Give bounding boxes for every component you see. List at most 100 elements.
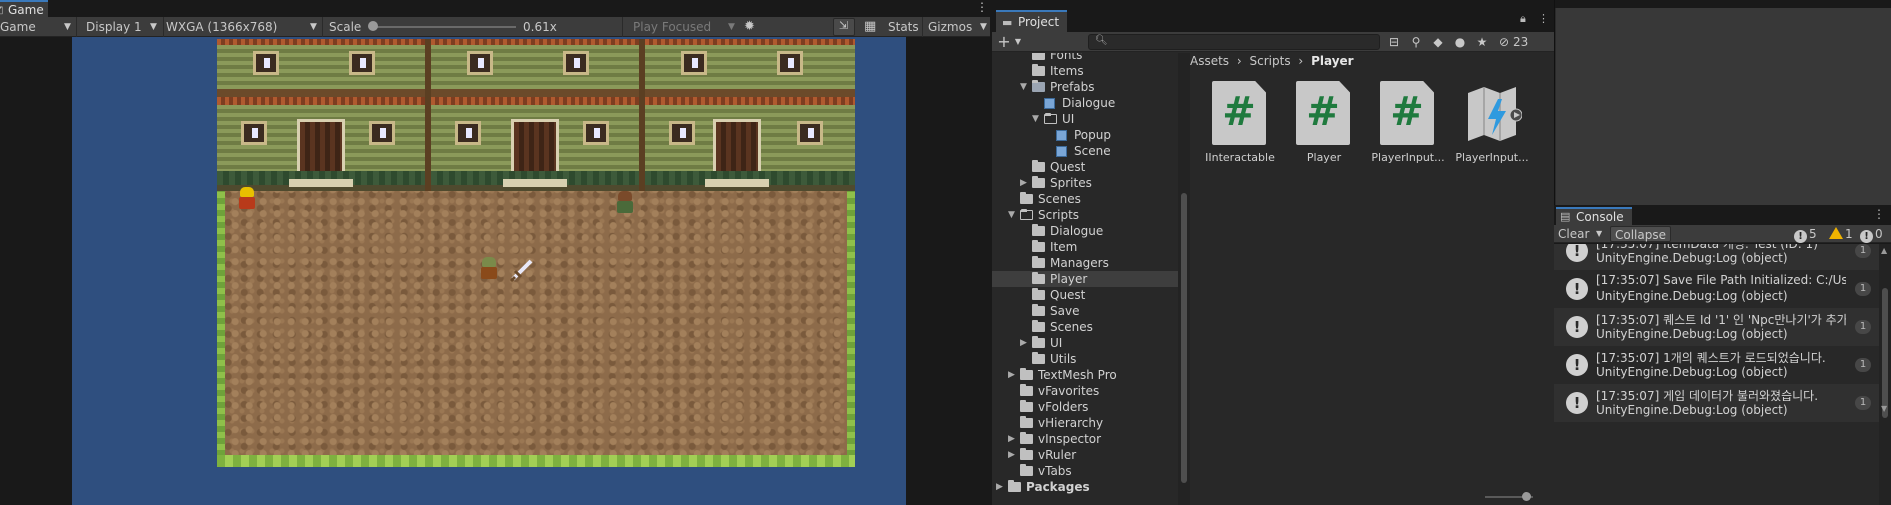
maximize-toggle[interactable]: ⇲ <box>833 18 855 36</box>
tree-item[interactable]: Quest <box>992 287 1179 303</box>
tree-item[interactable]: Save <box>992 303 1179 319</box>
console-scrollbar-thumb[interactable] <box>1882 288 1888 418</box>
project-search-input[interactable]: 🔍︎ <box>1088 34 1380 50</box>
tab-project[interactable]: ▬ Project <box>996 10 1068 32</box>
expand-arrow-right-icon[interactable]: ▶ <box>1008 431 1015 447</box>
clear-button[interactable]: Clear <box>1554 226 1593 242</box>
grid-icon[interactable]: ▦ <box>864 19 876 35</box>
log-entry[interactable]: ! [17:35:07] 1개의 퀘스트가 로드되었습니다. UnityEngi… <box>1554 346 1879 384</box>
asset-iinteractable[interactable]: # IInteractable <box>1192 81 1275 171</box>
tab-console[interactable]: ▤ Console <box>1556 207 1632 225</box>
tree-item[interactable]: Fonts <box>992 53 1179 63</box>
search-by-type-icon[interactable]: ⊟ <box>1386 34 1402 50</box>
scale-slider-track[interactable] <box>374 26 516 28</box>
tree-item[interactable]: ▶ TextMesh Pro <box>992 367 1179 383</box>
tree-item[interactable]: vHierarchy <box>992 415 1179 431</box>
tree-item[interactable]: Player <box>992 271 1179 287</box>
tree-item[interactable]: vFolders <box>992 399 1179 415</box>
resolution-dropdown[interactable]: WXGA (1366x768) <box>166 19 277 35</box>
clear-options-chevron-icon[interactable]: ▼ <box>1592 226 1606 242</box>
log-entry[interactable]: ! [17:35:07] 퀘스트 Id '1' 인 'Npc만나기'가 추가되었… <box>1554 308 1879 346</box>
window <box>583 121 609 145</box>
asset-playerinput-actions[interactable]: PlayerInput... <box>1444 81 1529 171</box>
view-dropdown[interactable]: Game <box>0 19 36 35</box>
tree-item[interactable]: Quest <box>992 159 1179 175</box>
play-focused-dropdown[interactable]: Play Focused <box>633 19 711 35</box>
console-log-list[interactable]: ! [17:35:07] ItemData 캐싱: Test (ID: 1) U… <box>1554 244 1879 505</box>
filter-icon[interactable]: ⚲ <box>1408 34 1424 50</box>
game-viewport[interactable] <box>0 37 990 505</box>
tree-item[interactable]: ▶ UI <box>992 335 1179 351</box>
cobblestone-ground <box>217 186 855 467</box>
tree-item[interactable]: vTabs <box>992 463 1179 479</box>
tree-item[interactable]: Dialogue <box>992 223 1179 239</box>
tree-item[interactable]: Items <box>992 63 1179 79</box>
expand-arrow-right-icon[interactable]: ▶ <box>996 479 1003 495</box>
scroll-down-icon[interactable]: ▼ <box>1881 404 1887 413</box>
gizmos-button[interactable]: Gizmos <box>928 19 972 35</box>
collapse-toggle[interactable]: Collapse <box>1610 226 1671 242</box>
tree-scrollbar[interactable] <box>1178 53 1190 505</box>
tree-item[interactable]: ▶ Sprites <box>992 175 1179 191</box>
stats-button[interactable]: Stats <box>888 19 919 35</box>
log-count-toggle[interactable]: ! 5 <box>1794 226 1817 243</box>
tree-item[interactable]: ▶ Packages <box>992 479 1179 495</box>
lock-icon[interactable]: 🔒︎ <box>1520 12 1526 26</box>
label-tag-icon[interactable]: ◆ <box>1430 34 1446 50</box>
asset-playerinput-script[interactable]: # PlayerInput... <box>1360 81 1445 171</box>
console-scrollbar[interactable]: ▲ ▼ <box>1879 244 1891 505</box>
expand-arrow-down-icon[interactable]: ▼ <box>1020 79 1027 95</box>
warning-count-toggle[interactable]: 1 <box>1829 226 1853 242</box>
log-entry[interactable]: ! [17:35:07] Save File Path Initialized:… <box>1554 270 1879 308</box>
tab-game[interactable]: ◩ Game <box>0 0 48 17</box>
chevron-down-icon[interactable]: ▼ <box>980 19 987 35</box>
project-folder-tree[interactable]: Fonts Items ▼ Prefabs Dialogue ▼ UI Popup Scene Q… <box>992 53 1180 505</box>
tree-item[interactable]: ▼ UI <box>992 111 1179 127</box>
expand-arrow-down-icon[interactable]: ▼ <box>1008 207 1015 223</box>
display-dropdown[interactable]: Display 1 <box>86 19 142 35</box>
expand-arrow-right-icon[interactable]: ▶ <box>1008 447 1015 463</box>
chevron-down-icon[interactable]: ▼ <box>1010 34 1026 50</box>
tree-item[interactable]: Scene <box>992 143 1179 159</box>
tree-item[interactable]: ▼ Prefabs <box>992 79 1179 95</box>
scale-slider-handle[interactable] <box>368 21 378 31</box>
issues-icon[interactable]: ● <box>1452 34 1468 50</box>
tree-item[interactable]: vFavorites <box>992 383 1179 399</box>
expand-arrow-down-icon[interactable]: ▼ <box>1032 111 1039 127</box>
tree-item[interactable]: Item <box>992 239 1179 255</box>
tree-item[interactable]: Scenes <box>992 191 1179 207</box>
folder-icon <box>1032 160 1045 172</box>
console-panel-menu-icon[interactable]: ⋮ <box>1873 207 1885 221</box>
tree-item[interactable]: Scenes <box>992 319 1179 335</box>
log-entry[interactable]: ! [17:35:07] ItemData 캐싱: Test (ID: 1) U… <box>1554 244 1879 270</box>
log-entry[interactable]: ! [17:35:07] 게임 데이터가 불러와졌습니다. UnityEngin… <box>1554 384 1879 422</box>
tree-item[interactable]: ▼ Scripts <box>992 207 1179 223</box>
scroll-up-icon[interactable]: ▲ <box>1881 246 1887 255</box>
breadcrumb-player[interactable]: Player <box>1311 54 1354 68</box>
tab-console-label: Console <box>1576 210 1624 224</box>
project-panel-menu-icon[interactable]: ⋮ <box>1538 12 1549 25</box>
expand-arrow-right-icon[interactable]: ▶ <box>1020 175 1027 191</box>
tree-item[interactable]: Dialogue <box>992 95 1179 111</box>
game-screen[interactable] <box>72 37 906 505</box>
console-icon: ▤ <box>1560 210 1571 223</box>
tree-item[interactable]: ▶ vRuler <box>992 447 1179 463</box>
mute-audio-icon[interactable]: ✹ <box>744 19 755 35</box>
breadcrumb-assets[interactable]: Assets <box>1190 54 1229 68</box>
expand-arrow-right-icon[interactable]: ▶ <box>1008 367 1015 383</box>
expand-arrow-right-icon[interactable]: ▶ <box>1020 335 1027 351</box>
project-asset-view[interactable]: Assets › Scripts › Player # IInteractabl… <box>1190 53 1554 505</box>
icon-size-slider-handle[interactable] <box>1522 492 1531 501</box>
game-panel-menu-icon[interactable]: ⋮ <box>976 0 988 14</box>
tree-item[interactable]: Managers <box>992 255 1179 271</box>
house-door <box>713 119 761 171</box>
tree-item[interactable]: ▶ vInspector <box>992 431 1179 447</box>
hidden-packages-icon[interactable]: ⊘ <box>1496 34 1512 50</box>
tree-item[interactable]: Popup <box>992 127 1179 143</box>
tree-item[interactable]: Utils <box>992 351 1179 367</box>
breadcrumb-scripts[interactable]: Scripts <box>1250 54 1291 68</box>
tree-scrollbar-thumb[interactable] <box>1181 193 1187 483</box>
error-count-toggle[interactable]: ! 0 <box>1860 226 1883 243</box>
asset-player[interactable]: # Player <box>1276 81 1352 171</box>
favorite-star-icon[interactable]: ★ <box>1474 34 1490 50</box>
